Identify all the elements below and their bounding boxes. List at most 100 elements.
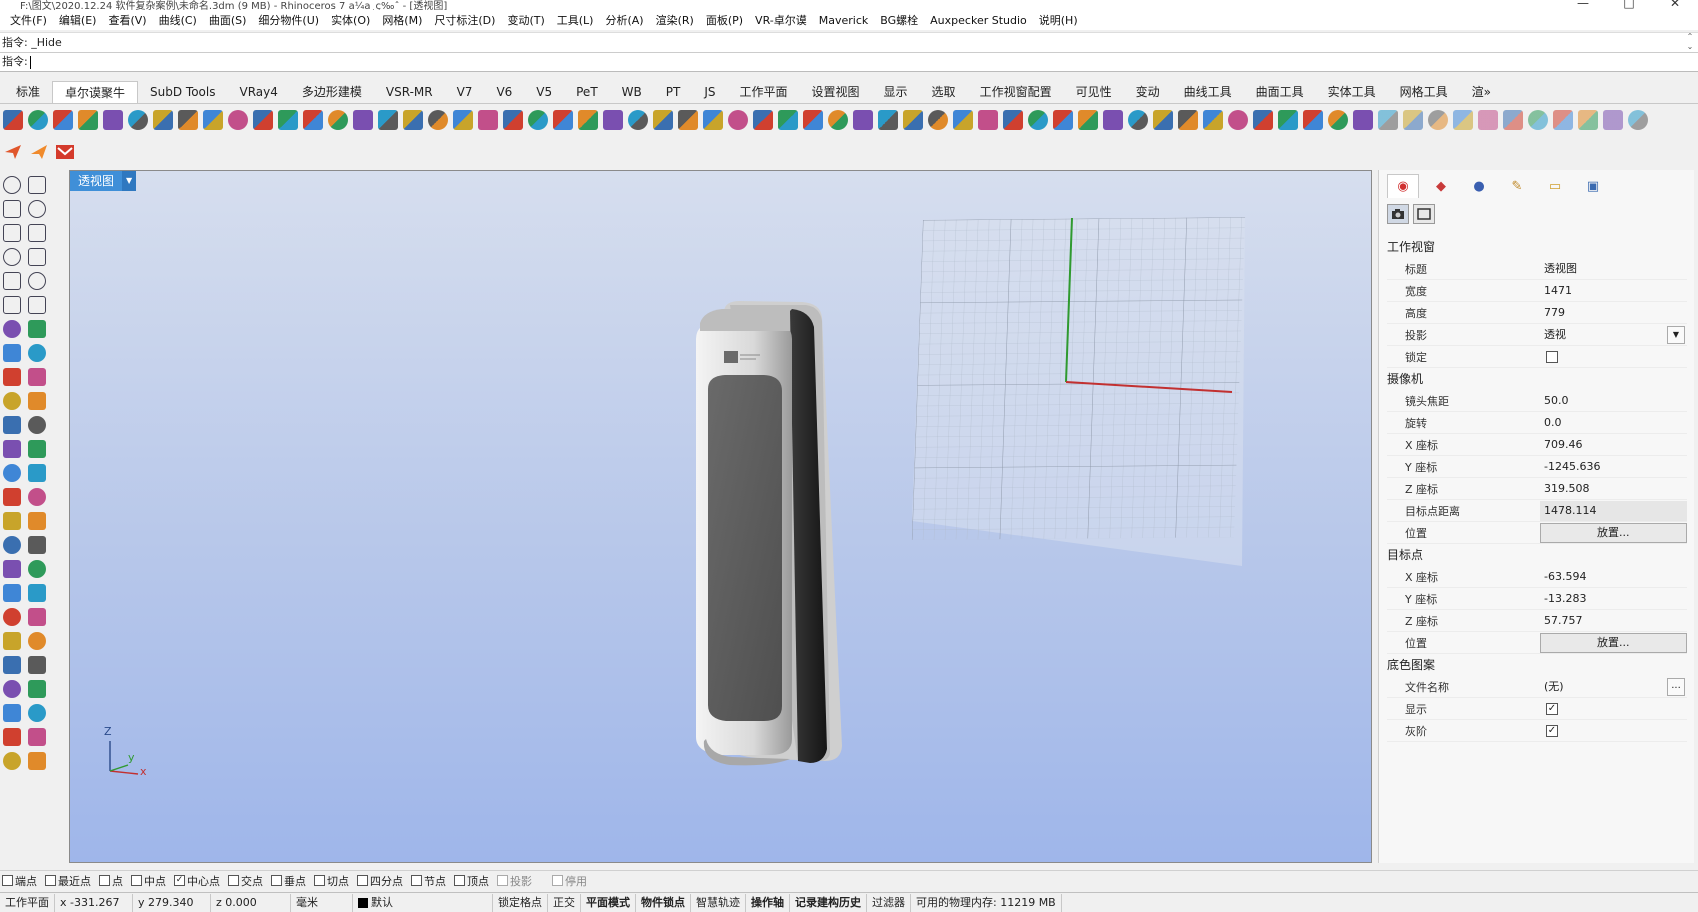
toolbar-tab[interactable]: 显示	[872, 81, 920, 103]
left-tool-icon[interactable]	[28, 752, 46, 770]
tool-icon[interactable]	[578, 110, 598, 130]
left-tool-icon[interactable]	[28, 296, 46, 314]
environment-icon[interactable]: ●	[1463, 174, 1495, 198]
left-tool-icon[interactable]	[3, 464, 21, 482]
left-tool-icon[interactable]	[3, 488, 21, 506]
tool-icon[interactable]	[403, 110, 423, 130]
left-tool-icon[interactable]	[28, 680, 46, 698]
toolbar-tab[interactable]: 多边形建模	[290, 81, 374, 103]
property-value[interactable]: 709.46	[1540, 435, 1687, 455]
tool-icon[interactable]	[78, 110, 98, 130]
checkbox[interactable]	[45, 875, 56, 886]
menu-item[interactable]: 面板(P)	[700, 12, 749, 28]
viewport-scene[interactable]	[70, 171, 1372, 863]
left-tool-icon[interactable]	[3, 608, 21, 626]
left-tool-icon[interactable]	[3, 584, 21, 602]
scroll-up-icon[interactable]: ⌃	[1684, 32, 1696, 42]
tool-icon[interactable]	[1528, 110, 1548, 130]
tool-icon[interactable]	[1353, 110, 1373, 130]
tool-icon[interactable]	[3, 110, 23, 130]
tool-icon[interactable]	[203, 110, 223, 130]
toolbar-tab[interactable]: 可见性	[1064, 81, 1124, 103]
property-value[interactable]: 779	[1540, 303, 1687, 323]
checkbox[interactable]	[228, 875, 239, 886]
osnap-toggle[interactable]: 交点	[228, 873, 263, 889]
place-button[interactable]: 放置...	[1539, 632, 1687, 653]
status-toggle[interactable]: 智慧轨迹	[691, 893, 746, 912]
tool-icon[interactable]	[628, 110, 648, 130]
property-value[interactable]: 透视 ▼	[1540, 325, 1687, 345]
left-tool-icon[interactable]	[28, 200, 46, 218]
toolbar-tab[interactable]: VRay4	[228, 81, 290, 103]
menu-item[interactable]: 曲线(C)	[153, 12, 203, 28]
tool-icon[interactable]	[1078, 110, 1098, 130]
left-tool-icon[interactable]	[28, 728, 46, 746]
left-tool-icon[interactable]	[3, 560, 21, 578]
send-icon[interactable]	[3, 142, 23, 162]
tool-icon[interactable]	[828, 110, 848, 130]
toolbar-tab[interactable]: WB	[610, 81, 654, 103]
toolbar-tab[interactable]: 选取	[920, 81, 968, 103]
tool-icon[interactable]	[878, 110, 898, 130]
toolbar-tab[interactable]: SubD Tools	[138, 81, 227, 103]
menu-item[interactable]: 分析(A)	[599, 12, 649, 28]
tool-icon[interactable]	[1228, 110, 1248, 130]
left-tool-icon[interactable]	[28, 704, 46, 722]
toolbar-tab[interactable]: V5	[524, 81, 564, 103]
menu-item[interactable]: VR-卓尔谟	[749, 12, 813, 28]
tool-icon[interactable]	[803, 110, 823, 130]
browse-button[interactable]: ...	[1667, 677, 1685, 696]
left-tool-icon[interactable]	[3, 272, 21, 290]
tool-icon[interactable]	[1478, 110, 1498, 130]
place-button[interactable]: 放置...	[1539, 522, 1687, 543]
tool-icon[interactable]	[1178, 110, 1198, 130]
tool-icon[interactable]	[1403, 110, 1423, 130]
checkbox[interactable]	[2, 875, 13, 886]
status-toggle[interactable]: 正交	[548, 893, 581, 912]
menu-item[interactable]: 说明(H)	[1033, 12, 1084, 28]
osnap-toggle[interactable]: 顶点	[454, 873, 489, 889]
camera-icon[interactable]	[1387, 204, 1409, 224]
tool-icon[interactable]	[603, 110, 623, 130]
tool-icon[interactable]	[1553, 110, 1573, 130]
left-tool-icon[interactable]	[28, 536, 46, 554]
tool-icon[interactable]	[1428, 110, 1448, 130]
left-tool-icon[interactable]	[3, 680, 21, 698]
checkbox[interactable]	[411, 875, 422, 886]
toolbar-tab[interactable]: PT	[654, 81, 693, 103]
property-value[interactable]: 57.757	[1540, 611, 1687, 631]
status-toggle[interactable]: 记录建构历史	[790, 893, 867, 912]
tool-icon[interactable]	[278, 110, 298, 130]
tool-icon[interactable]	[328, 110, 348, 130]
left-tool-icon[interactable]	[3, 512, 21, 530]
checkbox[interactable]	[497, 875, 508, 886]
menu-item[interactable]: 尺寸标注(D)	[428, 12, 501, 28]
checkbox[interactable]: ✓	[1546, 724, 1558, 737]
property-value[interactable]: 透视图	[1540, 259, 1687, 279]
toolbar-tab[interactable]: 卓尔谟聚牛	[52, 81, 139, 103]
left-tool-icon[interactable]	[3, 224, 21, 242]
osnap-toggle[interactable]: 切点	[314, 873, 349, 889]
left-tool-icon[interactable]	[3, 368, 21, 386]
tool-icon[interactable]	[1103, 110, 1123, 130]
left-tool-icon[interactable]	[3, 536, 21, 554]
material-icon[interactable]: ◆	[1425, 174, 1457, 198]
property-value[interactable]: 319.508	[1540, 479, 1687, 499]
units-indicator[interactable]: 毫米	[291, 893, 353, 912]
left-tool-icon[interactable]	[3, 296, 21, 314]
viewport-title-tab[interactable]: 透视图 ▼	[70, 171, 137, 191]
command-line[interactable]: 指令:	[0, 52, 1698, 72]
left-tool-icon[interactable]	[28, 464, 46, 482]
tool-icon[interactable]	[428, 110, 448, 130]
property-value[interactable]: 0.0	[1540, 413, 1687, 433]
property-value[interactable]: 1471	[1540, 281, 1687, 301]
checkbox[interactable]	[552, 875, 563, 886]
osnap-toggle[interactable]: 节点	[411, 873, 446, 889]
left-tool-icon[interactable]	[3, 320, 21, 338]
perspective-viewport[interactable]: 透视图 ▼ Z y x	[69, 170, 1372, 863]
left-tool-icon[interactable]	[28, 248, 46, 266]
left-tool-icon[interactable]	[3, 200, 21, 218]
checkbox[interactable]	[454, 875, 465, 886]
menu-item[interactable]: 网格(M)	[376, 12, 428, 28]
toolbar-tab[interactable]: 实体工具	[1316, 81, 1388, 103]
